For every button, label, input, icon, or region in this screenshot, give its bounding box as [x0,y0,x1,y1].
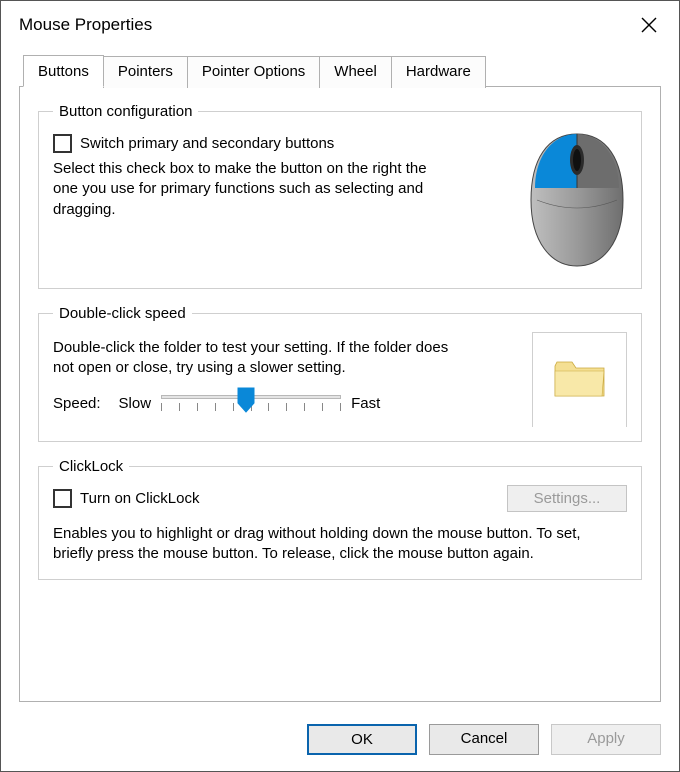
switch-buttons-label: Switch primary and secondary buttons [80,135,334,152]
clicklock-description: Enables you to highlight or drag without… [53,524,613,565]
dialog-footer: OK Cancel Apply [1,712,679,771]
cancel-button[interactable]: Cancel [429,724,539,755]
mouse-icon [527,130,627,274]
clicklock-group: ClickLock Turn on ClickLock Settings... … [38,458,642,580]
clicklock-row: Turn on ClickLock [53,489,200,508]
close-button[interactable] [635,11,663,39]
double-click-speed-legend: Double-click speed [53,305,192,322]
double-click-speed-group: Double-click speed Double-click the fold… [38,305,642,442]
content-area: Buttons Pointers Pointer Options Wheel H… [1,45,679,712]
tab-buttons[interactable]: Buttons [23,55,104,87]
double-click-description: Double-click the folder to test your set… [53,338,453,379]
tab-pointer-options[interactable]: Pointer Options [187,56,320,88]
tab-hardware[interactable]: Hardware [391,56,486,88]
tab-pointers[interactable]: Pointers [103,56,188,88]
clicklock-label: Turn on ClickLock [80,490,200,507]
double-click-speed-slider[interactable] [161,389,341,419]
titlebar: Mouse Properties [1,1,679,45]
switch-buttons-description: Select this check box to make the button… [53,159,433,220]
ok-button[interactable]: OK [307,724,417,755]
clicklock-settings-button: Settings... [507,485,627,512]
button-configuration-group: Button configuration Switch primary and … [38,103,642,289]
apply-button: Apply [551,724,661,755]
speed-fast-label: Fast [351,395,380,412]
tab-panel-buttons: Button configuration Switch primary and … [19,86,661,702]
folder-icon [552,356,607,405]
speed-row: Speed: Slow [53,389,532,419]
close-icon [640,16,658,34]
mouse-preview [517,130,627,274]
button-configuration-legend: Button configuration [53,103,198,120]
clicklock-checkbox[interactable] [53,489,72,508]
tab-wheel[interactable]: Wheel [319,56,392,88]
speed-label: Speed: [53,395,101,412]
slider-thumb[interactable] [237,387,255,413]
mouse-properties-dialog: Mouse Properties Buttons Pointers Pointe… [0,0,680,772]
window-title: Mouse Properties [19,15,152,35]
switch-buttons-row: Switch primary and secondary buttons [53,134,433,153]
double-click-test-folder[interactable] [532,332,627,427]
tab-strip: Buttons Pointers Pointer Options Wheel H… [19,55,661,87]
switch-buttons-checkbox[interactable] [53,134,72,153]
speed-slow-label: Slow [119,395,152,412]
clicklock-legend: ClickLock [53,458,129,475]
